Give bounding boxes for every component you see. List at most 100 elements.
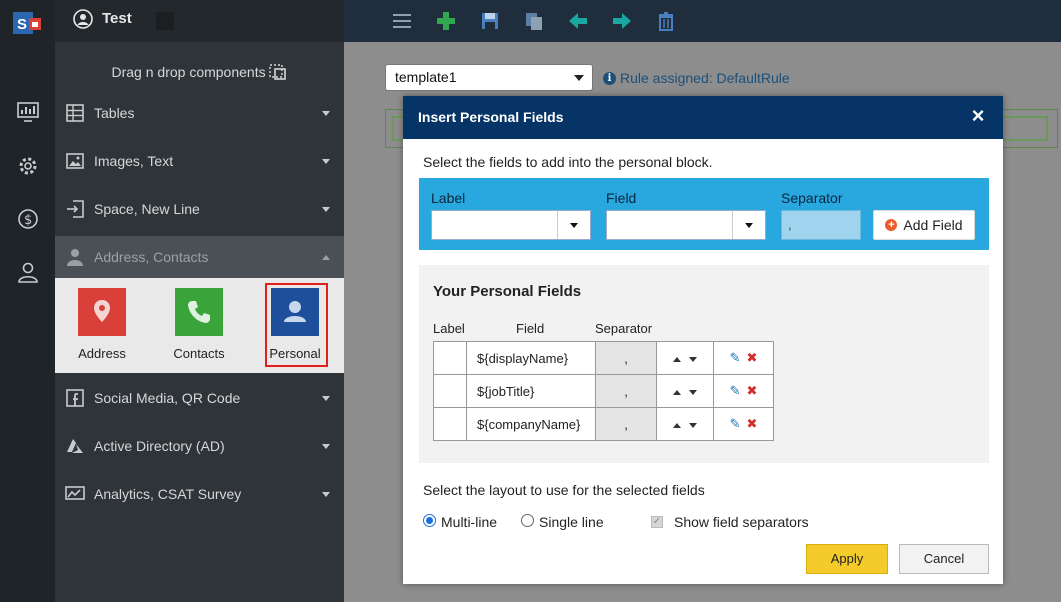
- user-bar: [55, 0, 344, 42]
- forward-icon[interactable]: [611, 10, 633, 32]
- move-down-icon[interactable]: [689, 422, 697, 428]
- add-icon[interactable]: [435, 10, 457, 32]
- row-order-controls: [656, 374, 714, 408]
- section-analytics[interactable]: Analytics, CSAT Survey: [55, 473, 344, 515]
- column-header-separator: Separator: [595, 321, 653, 336]
- move-down-icon[interactable]: [689, 389, 697, 395]
- personal-fields-title: Your Personal Fields: [433, 283, 582, 300]
- add-field-label: Add Field: [903, 217, 963, 233]
- address-tile[interactable]: [78, 288, 126, 336]
- contacts-tile-label: Contacts: [173, 346, 225, 361]
- plus-circle-icon: +: [885, 219, 898, 231]
- dropdown-divider: [732, 211, 733, 239]
- section-social-media[interactable]: Social Media, QR Code: [55, 377, 344, 419]
- app-logo[interactable]: S: [11, 10, 43, 36]
- section-label: Social Media, QR Code: [94, 390, 241, 406]
- person-silhouette-icon: [284, 301, 306, 322]
- edit-icon[interactable]: ✎: [730, 383, 741, 399]
- drag-drop-icon: [269, 64, 287, 80]
- delete-row-icon[interactable]: ✖: [747, 350, 758, 366]
- section-label: Space, New Line: [94, 201, 200, 217]
- move-up-icon[interactable]: [673, 389, 681, 395]
- show-separators-checkbox[interactable]: ✓: [651, 516, 663, 528]
- dialog-instructions: Select the fields to add into the person…: [423, 154, 713, 170]
- user-menu-toggle[interactable]: [156, 12, 174, 30]
- single-line-label[interactable]: Single line: [539, 514, 604, 530]
- field-dropdown[interactable]: [606, 210, 766, 240]
- back-icon[interactable]: [567, 10, 589, 32]
- rule-info[interactable]: i Rule assigned: DefaultRule: [603, 70, 790, 86]
- column-header-field: Field: [516, 321, 545, 336]
- component-tiles: Address Contacts Personal: [55, 278, 344, 373]
- copy-icon[interactable]: [523, 10, 545, 32]
- analytics-icon: [65, 484, 85, 504]
- move-up-icon[interactable]: [673, 356, 681, 362]
- separator-header: Separator: [781, 190, 843, 206]
- account-icon[interactable]: [73, 9, 93, 29]
- caret-down-icon: [322, 444, 330, 449]
- location-pin-icon: [94, 300, 110, 322]
- row-order-controls: [656, 407, 714, 441]
- facebook-icon: [65, 388, 85, 408]
- address-tile-label: Address: [78, 346, 126, 361]
- separator-input[interactable]: ,: [781, 210, 861, 240]
- row-field: ${companyName}: [466, 407, 596, 441]
- apply-button[interactable]: Apply: [806, 544, 888, 574]
- personal-tile-label: Personal: [269, 346, 321, 361]
- newline-icon: [65, 199, 85, 219]
- table-row: ${companyName} , ✎ ✖: [433, 407, 774, 441]
- contacts-tile[interactable]: [175, 288, 223, 336]
- cancel-button[interactable]: Cancel: [899, 544, 989, 574]
- caret-up-icon: [322, 255, 330, 260]
- section-tables[interactable]: Tables: [55, 92, 344, 134]
- billing-icon[interactable]: $: [16, 207, 40, 231]
- dashboard-icon[interactable]: [16, 100, 40, 124]
- delete-icon[interactable]: [655, 10, 677, 32]
- section-images-text[interactable]: Images, Text: [55, 140, 344, 182]
- edit-icon[interactable]: ✎: [730, 416, 741, 432]
- multi-line-radio[interactable]: [423, 514, 436, 527]
- icon-rail: [0, 0, 55, 602]
- personal-tile[interactable]: [271, 288, 319, 336]
- user-icon[interactable]: [16, 260, 40, 284]
- label-dropdown[interactable]: [431, 210, 591, 240]
- caret-down-icon: [322, 396, 330, 401]
- row-order-controls: [656, 341, 714, 375]
- gear-icon[interactable]: [16, 154, 40, 178]
- move-down-icon[interactable]: [689, 356, 697, 362]
- row-actions: ✎ ✖: [713, 341, 774, 375]
- add-field-bar: Label Field Separator , + Add Field: [419, 178, 989, 250]
- caret-down-icon: [570, 223, 578, 228]
- section-address-contacts[interactable]: Address, Contacts: [55, 236, 344, 278]
- caret-down-icon: [322, 159, 330, 164]
- section-active-directory[interactable]: Active Directory (AD): [55, 425, 344, 467]
- section-label: Images, Text: [94, 153, 174, 169]
- template-select[interactable]: template1: [385, 64, 593, 91]
- show-separators-label[interactable]: Show field separators: [674, 514, 809, 530]
- add-field-button[interactable]: + Add Field: [873, 210, 975, 240]
- row-field: ${displayName}: [466, 341, 596, 375]
- row-label: [433, 374, 467, 408]
- menu-icon[interactable]: [391, 10, 413, 32]
- move-up-icon[interactable]: [673, 422, 681, 428]
- info-icon: i: [603, 71, 616, 85]
- multi-line-label[interactable]: Multi-line: [441, 514, 497, 530]
- svg-text:$: $: [24, 213, 32, 228]
- section-label: Analytics, CSAT Survey: [94, 486, 242, 502]
- drag-hint-text: Drag n drop components: [111, 64, 266, 80]
- close-icon[interactable]: ×: [969, 105, 987, 127]
- edit-icon[interactable]: ✎: [730, 350, 741, 366]
- section-space-newline[interactable]: Space, New Line: [55, 188, 344, 230]
- dropdown-divider: [557, 211, 558, 239]
- save-icon[interactable]: [479, 10, 501, 32]
- delete-row-icon[interactable]: ✖: [747, 416, 758, 432]
- table-row: ${jobTitle} , ✎ ✖: [433, 374, 774, 408]
- section-label: Active Directory (AD): [94, 438, 225, 454]
- delete-row-icon[interactable]: ✖: [747, 383, 758, 399]
- caret-down-icon: [745, 223, 753, 228]
- person-icon: [65, 247, 85, 267]
- column-header-label: Label: [433, 321, 465, 336]
- table-row: ${displayName} , ✎ ✖: [433, 341, 774, 375]
- azure-icon: [65, 436, 85, 456]
- single-line-radio[interactable]: [521, 514, 534, 527]
